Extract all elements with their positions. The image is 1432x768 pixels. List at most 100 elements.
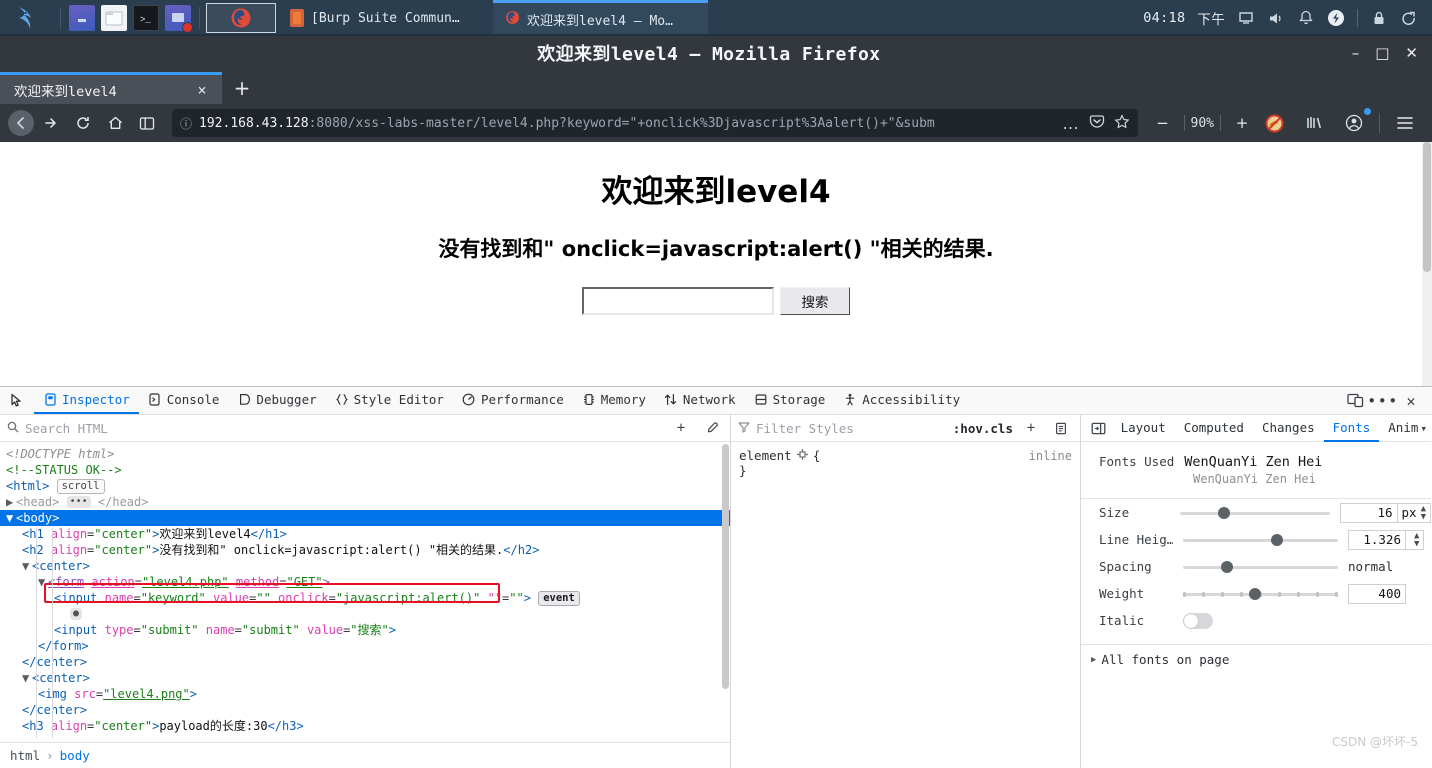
browser-tab-level4[interactable]: 欢迎来到level4 ×: [0, 72, 222, 104]
markup-line[interactable]: ▼<body>: [0, 510, 730, 526]
maximize-icon[interactable]: □: [1375, 46, 1389, 61]
markup-line[interactable]: <input type="submit" name="submit" value…: [0, 622, 730, 638]
devtools-tab-debugger[interactable]: Debugger: [228, 387, 325, 414]
page-actions-icon[interactable]: …: [1063, 114, 1080, 133]
close-icon[interactable]: ✕: [1405, 46, 1418, 61]
add-rule-button[interactable]: +: [1019, 420, 1043, 436]
markup-line[interactable]: <!--STATUS OK-->: [0, 462, 730, 478]
sidebar-overflow-icon[interactable]: ▾: [1420, 422, 1427, 435]
home-button[interactable]: [100, 109, 130, 137]
tab-close-icon[interactable]: ×: [192, 81, 212, 99]
markup-line[interactable]: <html> scroll: [0, 478, 730, 494]
css-rule-element[interactable]: element { inline: [739, 448, 1072, 463]
markup-line[interactable]: <input name="keyword" value="" onclick="…: [0, 590, 730, 606]
forward-button[interactable]: [36, 109, 66, 137]
line-height-slider[interactable]: [1183, 533, 1338, 547]
menu-icon[interactable]: [1390, 109, 1420, 137]
more-options-icon[interactable]: •••: [1370, 388, 1396, 414]
slider-knob[interactable]: [1218, 507, 1230, 519]
bell-icon[interactable]: [1297, 9, 1315, 27]
slider-knob[interactable]: [1249, 588, 1261, 600]
breadcrumb-item-body[interactable]: body: [60, 748, 90, 763]
account-icon[interactable]: [1339, 109, 1369, 137]
devtools-tab-memory[interactable]: Memory: [573, 387, 655, 414]
page-scrollbar[interactable]: [1422, 142, 1432, 386]
font-size-slider[interactable]: [1180, 506, 1329, 520]
page-scrollbar-thumb[interactable]: [1423, 142, 1431, 272]
terminal-icon[interactable]: >_: [133, 5, 159, 31]
keyword-input[interactable]: [582, 287, 774, 315]
close-devtools-icon[interactable]: ✕: [1398, 388, 1424, 414]
markup-line[interactable]: </center>: [0, 654, 730, 670]
slider-knob[interactable]: [1221, 561, 1233, 573]
letter-spacing-value[interactable]: normal: [1348, 559, 1393, 574]
spinner-icon[interactable]: ▲▼: [1421, 505, 1426, 521]
zoom-out-button[interactable]: −: [1148, 109, 1178, 137]
devtools-tab-performance[interactable]: Performance: [453, 387, 573, 414]
search-submit-button[interactable]: 搜索: [780, 287, 850, 315]
hov-cls-toggle[interactable]: :hov.cls: [953, 421, 1013, 436]
all-fonts-expander[interactable]: ▶ All fonts on page: [1081, 644, 1431, 667]
clock-time[interactable]: 04:18: [1143, 10, 1185, 26]
font-weight-slider[interactable]: [1183, 587, 1338, 601]
files-icon[interactable]: [69, 5, 95, 31]
slider-knob[interactable]: [1271, 534, 1283, 546]
eyedropper-icon[interactable]: [699, 422, 723, 435]
taskbar-window-firefox[interactable]: 欢迎来到level4 – Mo…: [493, 0, 708, 36]
display-icon[interactable]: [1237, 9, 1255, 27]
sidebar-icon[interactable]: [132, 109, 162, 137]
taskbar-window-burp[interactable]: [Burp Suite Commun…: [278, 0, 493, 36]
devtools-tab-network[interactable]: Network: [655, 387, 745, 414]
markup-line[interactable]: </center>: [0, 702, 730, 718]
markup-line[interactable]: ●: [0, 606, 730, 622]
power-icon[interactable]: [1327, 9, 1345, 27]
rule-twisty-icon[interactable]: [797, 448, 808, 463]
markup-line[interactable]: <h1 align="center">欢迎来到level4</h1>: [0, 526, 730, 542]
line-height-value[interactable]: 1.326: [1348, 530, 1406, 550]
expand-panel-icon[interactable]: [1085, 422, 1112, 435]
css-rule-selector[interactable]: element: [739, 448, 792, 463]
add-node-button[interactable]: +: [669, 420, 693, 436]
sidebar-tab-computed[interactable]: Computed: [1175, 420, 1253, 437]
font-size-unit-select[interactable]: px ▲▼: [1398, 503, 1431, 523]
sidebar-tab-layout[interactable]: Layout: [1112, 420, 1175, 437]
kali-menu-button[interactable]: [0, 0, 56, 36]
lock-icon[interactable]: [1370, 9, 1388, 27]
devtools-tab-accessibility[interactable]: Accessibility: [834, 387, 969, 414]
markup-line[interactable]: <h3 align="center">payload的长度:30</h3>: [0, 718, 730, 734]
sidebar-tab-changes[interactable]: Changes: [1253, 420, 1324, 437]
markup-scrollbar[interactable]: [721, 442, 730, 742]
font-weight-value[interactable]: 400: [1348, 584, 1406, 604]
star-icon[interactable]: [1114, 114, 1130, 133]
url-text[interactable]: 192.168.43.128:8080/xss-labs-master/leve…: [199, 116, 1056, 131]
sidebar-tab-fonts[interactable]: Fonts: [1324, 415, 1380, 442]
devtools-tab-style-editor[interactable]: Style Editor: [326, 387, 453, 414]
css-rules-list[interactable]: element { inline }: [731, 442, 1080, 768]
logout-icon[interactable]: [1400, 9, 1418, 27]
markup-line[interactable]: <h2 align="center">没有找到和" onclick=javasc…: [0, 542, 730, 558]
font-size-value[interactable]: 16: [1340, 503, 1398, 523]
markup-line[interactable]: </form>: [0, 638, 730, 654]
file-manager-icon[interactable]: [101, 5, 127, 31]
sidebar-tab-animations[interactable]: Anim: [1379, 420, 1420, 437]
devtools-tab-storage[interactable]: Storage: [745, 387, 835, 414]
markup-line[interactable]: ▶<head> ••• </head>: [0, 494, 730, 510]
minimize-icon[interactable]: –: [1352, 46, 1360, 61]
markup-line[interactable]: <!DOCTYPE html>: [0, 446, 730, 462]
reload-button[interactable]: [68, 109, 98, 137]
back-button[interactable]: [8, 110, 34, 136]
devtools-tab-console[interactable]: Console: [139, 387, 229, 414]
markup-line[interactable]: <img src="level4.png">: [0, 686, 730, 702]
volume-icon[interactable]: [1267, 9, 1285, 27]
breadcrumb-item-html[interactable]: html: [10, 748, 40, 763]
spinner-icon[interactable]: ▲▼: [1414, 532, 1419, 548]
noscript-icon[interactable]: [1259, 109, 1289, 137]
zoom-in-button[interactable]: +: [1227, 109, 1257, 137]
screen-record-icon[interactable]: [165, 5, 191, 31]
element-picker-icon[interactable]: [0, 387, 34, 414]
responsive-design-icon[interactable]: [1342, 388, 1368, 414]
line-height-unit-select[interactable]: ▲▼: [1406, 530, 1424, 550]
markup-line[interactable]: ▼<form action="level4.php" method="GET">: [0, 574, 730, 590]
markup-scrollbar-thumb[interactable]: [722, 444, 729, 689]
site-info-icon[interactable]: ⓘ: [180, 115, 192, 132]
